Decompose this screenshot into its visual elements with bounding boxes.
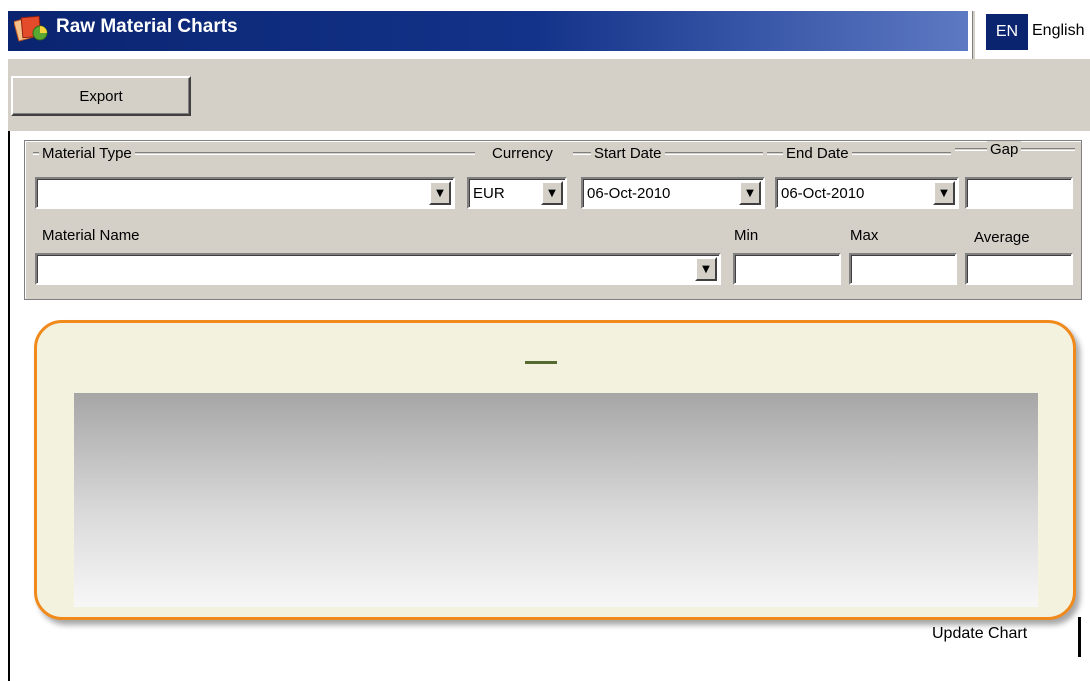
material-type-select[interactable] xyxy=(35,177,455,209)
toolbar: Export xyxy=(8,59,1090,131)
chevron-down-icon[interactable]: ▼ xyxy=(933,181,955,205)
main-area: Material Type Currency Start Date End Da… xyxy=(8,131,1090,681)
max-input[interactable] xyxy=(849,253,957,285)
material-type-label: Material Type xyxy=(39,145,135,162)
chevron-down-icon[interactable]: ▼ xyxy=(695,257,717,281)
chevron-down-icon[interactable]: ▼ xyxy=(739,181,761,205)
start-date-label: Start Date xyxy=(591,145,665,162)
language-code-badge[interactable]: EN xyxy=(986,14,1028,50)
language-name[interactable]: English xyxy=(1032,22,1084,40)
min-input[interactable] xyxy=(733,253,841,285)
title-separator xyxy=(972,11,976,59)
update-chart-divider xyxy=(1078,617,1081,657)
chart-panel xyxy=(34,320,1076,620)
chart-legend-line xyxy=(525,361,557,364)
currency-label: Currency xyxy=(489,145,556,162)
average-label: Average xyxy=(971,229,1033,246)
start-date-picker[interactable]: 06-Oct-2010 xyxy=(581,177,765,209)
gap-input[interactable] xyxy=(965,177,1073,209)
material-name-select[interactable] xyxy=(35,253,721,285)
max-label: Max xyxy=(847,227,882,244)
material-name-label: Material Name xyxy=(39,227,143,244)
chart-plot-area xyxy=(74,393,1038,607)
filter-panel: Material Type Currency Start Date End Da… xyxy=(24,140,1082,300)
app-charts-icon xyxy=(14,15,48,42)
chevron-down-icon[interactable]: ▼ xyxy=(429,181,451,205)
gap-label: Gap xyxy=(987,141,1022,158)
update-chart-button[interactable]: Update Chart xyxy=(932,625,1027,643)
title-bar: Raw Material Charts EN English xyxy=(0,0,1090,59)
end-date-picker[interactable]: 06-Oct-2010 xyxy=(775,177,959,209)
average-input[interactable] xyxy=(965,253,1073,285)
min-label: Min xyxy=(731,227,762,244)
export-button[interactable]: Export xyxy=(11,76,191,116)
window-title: Raw Material Charts xyxy=(56,16,238,37)
chevron-down-icon[interactable]: ▼ xyxy=(541,181,563,205)
end-date-label: End Date xyxy=(783,145,852,162)
